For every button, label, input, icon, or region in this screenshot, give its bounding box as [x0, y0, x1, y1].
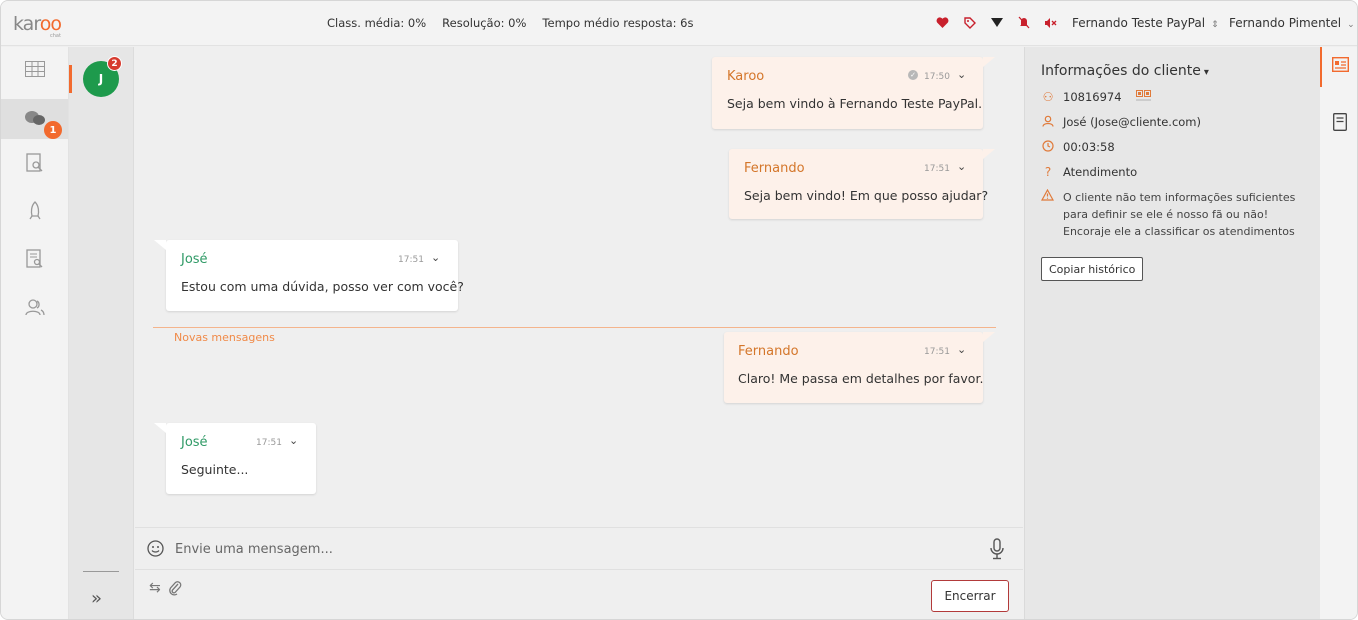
- filter-icon[interactable]: [989, 15, 1004, 30]
- message-text: Seja bem vindo à Fernando Teste PayPal.: [727, 96, 983, 111]
- heart-icon[interactable]: [935, 15, 950, 30]
- chat-area: Karoo ✓ 17:50 ⌄ Seja bem vindo à Fernand…: [135, 47, 1023, 527]
- warning-icon: [1040, 188, 1055, 240]
- sender-name: José: [181, 435, 208, 450]
- qr-code-icon[interactable]: [1135, 90, 1152, 102]
- sender-name: José: [181, 252, 208, 267]
- question-icon: ?: [1044, 165, 1052, 179]
- sound-off-icon[interactable]: [1043, 15, 1058, 30]
- contacts-column: J 2 »: [69, 47, 134, 619]
- nav-contacts[interactable]: [1, 287, 68, 327]
- bell-off-icon[interactable]: [1016, 15, 1031, 30]
- users-icon: ⚇: [1042, 90, 1054, 104]
- emoji-icon[interactable]: [147, 540, 164, 560]
- message-menu-icon[interactable]: ⌄: [957, 343, 966, 356]
- top-bar: karoo chat Class. média: 0% Resolução: 0%…: [1, 1, 1357, 46]
- nav-search-docs[interactable]: [1, 143, 68, 183]
- message-text: Seja bem vindo! Em que posso ajudar?: [744, 188, 989, 203]
- chevron-updown-icon: ⇕: [1211, 20, 1219, 30]
- clock-icon: [1041, 140, 1055, 155]
- top-icons: [935, 15, 1058, 30]
- sender-name: Fernando: [738, 344, 799, 359]
- sender-name: Karoo: [727, 69, 765, 84]
- document-search-icon: [25, 153, 42, 172]
- client-contact: José (Jose@cliente.com): [1063, 115, 1201, 129]
- notes-icon[interactable]: [1333, 113, 1347, 134]
- composer: [135, 527, 1023, 570]
- message-bubble: José 17:51 ⌄ Estou com uma dúvida, posso…: [154, 240, 464, 311]
- chat-type: Atendimento: [1063, 165, 1138, 179]
- new-messages-label: Novas mensagens: [174, 331, 275, 344]
- grid-icon: [24, 61, 45, 77]
- nav-rocket[interactable]: [1, 191, 68, 231]
- metrics-bar: Class. média: 0% Resolução: 0% Tempo méd…: [327, 16, 694, 30]
- chat-bubbles-icon: [24, 111, 45, 125]
- chat-duration: 00:03:58: [1063, 140, 1115, 154]
- duration-row: 00:03:58: [1041, 140, 1115, 155]
- expand-icon[interactable]: »: [91, 588, 102, 609]
- chevron-down-icon: ⌄: [1347, 20, 1355, 30]
- nav-reports[interactable]: [1, 239, 68, 279]
- client-card-icon[interactable]: [1331, 56, 1350, 75]
- client-warning: O cliente não tem informações suficiente…: [1040, 188, 1309, 240]
- avg-response-metric: Tempo médio resposta: 6s: [542, 16, 694, 30]
- report-search-icon: [25, 249, 42, 268]
- message-text: Seguinte...: [181, 462, 249, 477]
- person-icon: [1041, 115, 1055, 130]
- active-contact-indicator: [69, 65, 72, 93]
- message-time: 17:51: [256, 438, 282, 448]
- message-text: Estou com uma dúvida, posso ver com você…: [181, 279, 464, 294]
- message-menu-icon[interactable]: ⌄: [289, 434, 298, 447]
- client-contact-row: José (Jose@cliente.com): [1041, 115, 1201, 130]
- transfer-icon[interactable]: ⇆: [149, 580, 161, 596]
- right-rail: [1320, 47, 1357, 619]
- message-bubble: Karoo ✓ 17:50 ⌄ Seja bem vindo à Fernand…: [712, 57, 995, 129]
- message-bubble: Fernando 17:51 ⌄ Seja bem vindo! Em que …: [729, 149, 995, 219]
- message-time: 17:51: [398, 255, 424, 265]
- users-icon: [24, 299, 45, 316]
- new-messages-divider: [153, 327, 996, 328]
- copy-history-button[interactable]: Copiar histórico: [1041, 257, 1144, 281]
- rail-active-indicator: [1320, 47, 1322, 87]
- nav-chats[interactable]: 1: [1, 99, 68, 139]
- message-bubble: Fernando 17:51 ⌄ Claro! Me passa em deta…: [724, 332, 995, 403]
- message-menu-icon[interactable]: ⌄: [431, 251, 440, 264]
- chevron-down-icon: ▾: [1203, 67, 1209, 78]
- message-text: Claro! Me passa em detalhes por favor.: [738, 371, 984, 386]
- resolution-metric: Resolução: 0%: [442, 16, 527, 30]
- chat-count-badge: 1: [44, 121, 62, 139]
- message-time: 17:50: [924, 72, 950, 82]
- left-nav: 1: [1, 47, 69, 619]
- unread-badge: 2: [107, 56, 122, 71]
- warning-text: O cliente não tem informações suficiente…: [1063, 191, 1296, 238]
- composer-actions: ⇆ Encerrar: [135, 571, 1023, 619]
- message-menu-icon[interactable]: ⌄: [957, 160, 966, 173]
- message-input[interactable]: [175, 538, 975, 560]
- account-select[interactable]: Fernando Teste PayPal ⇕: [1072, 16, 1219, 30]
- type-row: ? Atendimento: [1041, 165, 1137, 179]
- user-select[interactable]: Fernando Pimentel ⌄: [1229, 16, 1355, 30]
- client-info-header[interactable]: Informações do cliente ▾: [1041, 63, 1209, 79]
- client-id: 10816974: [1063, 90, 1122, 104]
- client-info-panel: Informações do cliente ▾ ⚇ 10816974 José …: [1024, 47, 1320, 619]
- karoo-logo[interactable]: karoo chat: [13, 13, 62, 39]
- avg-class-metric: Class. média: 0%: [327, 16, 427, 30]
- tag-icon[interactable]: [962, 15, 977, 30]
- rocket-icon: [28, 201, 41, 220]
- client-id-row: ⚇ 10816974: [1041, 90, 1152, 104]
- message-time: 17:51: [924, 164, 950, 174]
- message-bubble: José 17:51 ⌄ Seguinte...: [154, 423, 316, 494]
- read-check-icon: ✓: [908, 70, 918, 80]
- end-chat-button[interactable]: Encerrar: [931, 580, 1009, 612]
- message-time: 17:51: [924, 347, 950, 357]
- message-menu-icon[interactable]: ⌄: [957, 68, 966, 81]
- sender-name: Fernando: [744, 161, 805, 176]
- attachment-icon[interactable]: [168, 580, 182, 599]
- app-window: karoo chat Class. média: 0% Resolução: 0%…: [0, 0, 1358, 620]
- nav-dashboard[interactable]: [1, 49, 68, 89]
- divider: [83, 571, 119, 572]
- microphone-icon[interactable]: [989, 538, 1005, 563]
